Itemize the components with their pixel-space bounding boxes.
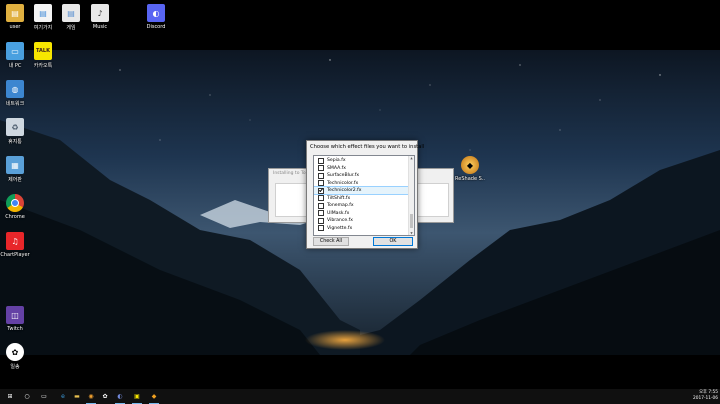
effect-item-label: Vignette.fx xyxy=(327,225,353,231)
effect-item-label: SMAA.fx xyxy=(327,165,347,171)
desktop-icon-twitch[interactable]: ◫ Twitch xyxy=(0,306,30,332)
effect-item-label: UIMask.fx xyxy=(327,210,350,216)
discord-taskbar-icon[interactable]: ◐ xyxy=(114,391,126,404)
effect-item-label: Vibrance.fx xyxy=(327,218,353,223)
dialog-prompt: Choose which effect files you want to in… xyxy=(310,144,425,150)
desktop-icon-chartplayer[interactable]: ♫ ChartPlayer xyxy=(0,232,30,258)
document-icon: ▤ xyxy=(34,4,52,22)
effect-checkbox-checked[interactable] xyxy=(318,187,324,194)
effect-checkbox[interactable] xyxy=(318,165,324,171)
reshade-icon: ◆ xyxy=(461,156,479,174)
game-shortcut-icon: ▤ xyxy=(62,4,80,22)
effect-item-label: Sepia.fx xyxy=(327,158,346,163)
task-view-icon[interactable]: ▭ xyxy=(38,391,50,402)
kakaotalk-icon: TALK xyxy=(34,42,52,60)
network-icon: ◍ xyxy=(6,80,24,98)
discord-icon: ◐ xyxy=(147,4,165,22)
clock-date: 2017-11-06 xyxy=(693,396,718,401)
desktop-icon-discord[interactable]: ◐ Discord xyxy=(141,4,171,30)
chrome-icon xyxy=(6,194,24,212)
effect-item-label: Tonemap.fx xyxy=(327,203,354,208)
effect-checkbox[interactable] xyxy=(318,202,324,209)
effect-checkbox[interactable] xyxy=(318,157,324,164)
start-windows-icon[interactable]: ⊞ xyxy=(4,391,16,402)
this-pc-icon: ▭ xyxy=(6,42,24,60)
search-icon[interactable]: ○ xyxy=(21,391,33,402)
effect-item-label: Technicolor2.fx xyxy=(327,188,362,193)
desktop-icon-user[interactable]: ▤ user xyxy=(0,4,30,30)
effect-item-label: Technicolor.fx xyxy=(327,180,359,186)
panda-taskbar-icon[interactable]: ✿ xyxy=(99,391,111,402)
effect-checkbox[interactable] xyxy=(318,172,324,179)
panda-icon: ✿ xyxy=(6,343,24,361)
music-file-icon: ♪ xyxy=(91,4,109,22)
effect-checkbox[interactable] xyxy=(318,180,324,186)
effect-item-tonemap[interactable]: Tonemap.fx xyxy=(314,202,408,209)
effect-selection-dialog[interactable]: Choose which effect files you want to in… xyxy=(306,140,424,249)
scroll-down-arrow-icon[interactable]: ▼ xyxy=(409,231,414,235)
effect-item-surfaceblur[interactable]: SurfaceBlur.fx xyxy=(314,172,408,179)
desktop-icon-recycle-bin[interactable]: ♻ 휴지통 xyxy=(0,118,30,145)
twitch-icon: ◫ xyxy=(6,306,24,324)
effect-item-label: TiltShift.fx xyxy=(327,195,351,201)
taskbar: ⊞ ○ ▭ e ▬ ◉ ✿ ◐ ▣ ◆ 오후 7:55 2017-11-06 xyxy=(0,389,720,404)
desktop-icon-control-panel[interactable]: ▦ 제어판 xyxy=(0,156,30,183)
desktop-icon-reshade[interactable]: ◆ ReShade S.. xyxy=(455,156,485,182)
desktop-icon-music[interactable]: ♪ Music xyxy=(85,4,115,30)
list-scrollbar[interactable]: ▲ ▼ xyxy=(408,156,414,235)
effect-file-list[interactable]: Sepia.fx SMAA.fx SurfaceBlur.fx Technico… xyxy=(313,155,415,236)
effect-item-label: SurfaceBlur.fx xyxy=(327,173,360,178)
kakaotalk-taskbar-icon[interactable]: ▣ xyxy=(131,391,143,404)
file-explorer-icon[interactable]: ▬ xyxy=(71,391,83,402)
ok-button[interactable]: OK xyxy=(373,237,413,246)
effect-item-vibrance[interactable]: Vibrance.fx xyxy=(314,217,408,224)
system-clock[interactable]: 오후 7:55 2017-11-06 xyxy=(678,390,718,402)
effect-checkbox[interactable] xyxy=(318,225,324,231)
scrollbar-thumb[interactable] xyxy=(410,214,413,228)
chartplayer-icon: ♫ xyxy=(6,232,24,250)
chrome-taskbar-icon[interactable]: ◉ xyxy=(85,391,97,404)
effect-item-technicolor[interactable]: Technicolor.fx xyxy=(314,180,408,187)
edge-icon[interactable]: e xyxy=(57,391,69,402)
effect-item-tiltshift[interactable]: TiltShift.fx xyxy=(314,195,408,202)
effect-item-sepia[interactable]: Sepia.fx xyxy=(314,157,408,164)
desktop[interactable]: ▤ user ▤ 여기가지 ▤ 게임 ♪ Music ◐ Discord ▭ 내… xyxy=(0,0,720,389)
user-folder-icon: ▤ xyxy=(6,4,24,22)
desktop-icon-kakaotalk[interactable]: TALK 카카오톡 xyxy=(28,42,58,69)
effect-item-uimask[interactable]: UIMask.fx xyxy=(314,210,408,217)
recycle-bin-icon: ♻ xyxy=(6,118,24,136)
desktop-icon-this-pc[interactable]: ▭ 내 PC xyxy=(0,42,30,69)
scroll-up-arrow-icon[interactable]: ▲ xyxy=(409,156,414,160)
effect-item-smaa[interactable]: SMAA.fx xyxy=(314,165,408,172)
desktop-icon-game[interactable]: ▤ 게임 xyxy=(56,4,86,31)
control-panel-icon: ▦ xyxy=(6,156,24,174)
desktop-icon-network[interactable]: ◍ 네트워크 xyxy=(0,80,30,107)
effect-item-technicolor2[interactable]: Technicolor2.fx xyxy=(314,186,409,195)
reshade-taskbar-icon[interactable]: ◆ xyxy=(148,391,160,404)
effect-checkbox[interactable] xyxy=(318,217,324,224)
desktop-icon-panda[interactable]: ✿ 일송 xyxy=(0,343,30,370)
desktop-icon-chrome[interactable]: Chrome xyxy=(0,194,30,220)
desktop-icon-document[interactable]: ▤ 여기가지 xyxy=(28,4,58,31)
effect-checkbox[interactable] xyxy=(318,210,324,216)
effect-item-vignette[interactable]: Vignette.fx xyxy=(314,225,408,232)
effect-checkbox[interactable] xyxy=(318,195,324,201)
check-all-button[interactable]: Check All xyxy=(313,237,349,246)
